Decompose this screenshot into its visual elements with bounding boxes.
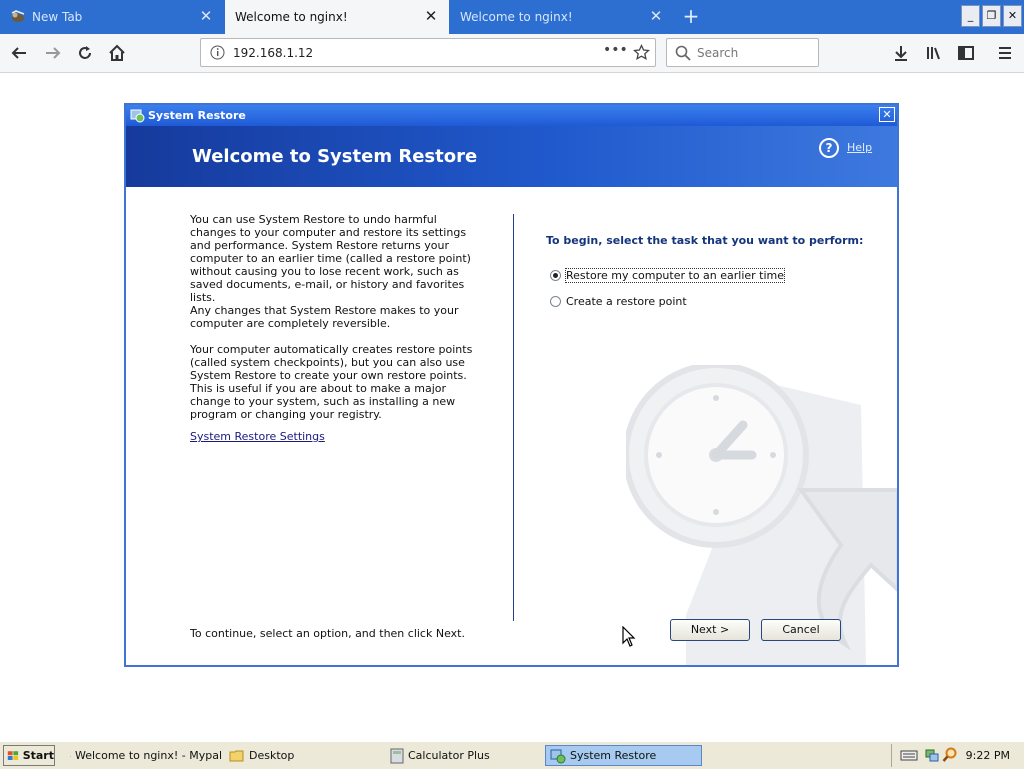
- start-button[interactable]: Start: [3, 745, 55, 766]
- taskbar-item-label: Calculator Plus: [408, 749, 490, 762]
- taskbar-item-system-restore[interactable]: System Restore: [545, 745, 702, 766]
- reload-icon[interactable]: [74, 42, 96, 64]
- url-text: 192.168.1.12: [233, 46, 313, 60]
- option-restore-earlier-time[interactable]: Restore my computer to an earlier time: [550, 269, 784, 282]
- search-input[interactable]: Search: [666, 38, 819, 67]
- window-controls: _ ❐ ✕: [961, 5, 1022, 27]
- taskbar-item-mypal[interactable]: Welcome to nginx! - Mypal: [66, 745, 222, 766]
- dialog-title-bar[interactable]: System Restore ✕: [126, 105, 897, 126]
- folder-icon: [229, 749, 245, 763]
- dialog-banner: Welcome to System Restore ? Help: [126, 126, 897, 187]
- mouse-cursor-icon: [622, 626, 636, 648]
- keyboard-icon[interactable]: [900, 747, 918, 763]
- sidebar-toggle-icon[interactable]: [955, 42, 977, 64]
- search-placeholder: Search: [697, 46, 738, 60]
- mypal-icon: [10, 9, 26, 25]
- system-restore-icon: [550, 748, 566, 764]
- navigation-toolbar: 192.168.1.12 ••• Search: [0, 34, 1024, 73]
- search-magnifier-icon[interactable]: [942, 747, 958, 763]
- windows-logo-icon: [7, 749, 20, 763]
- tab-label: New Tab: [32, 10, 82, 24]
- library-icon[interactable]: [923, 42, 945, 64]
- task-heading: To begin, select the task that you want …: [546, 234, 863, 247]
- tab-welcome-nginx[interactable]: Welcome to nginx! ✕: [450, 0, 674, 34]
- search-icon: [675, 45, 691, 61]
- radio-create-restore-point[interactable]: [550, 296, 561, 307]
- forward-arrow-icon[interactable]: [42, 42, 64, 64]
- system-tray: 9:22 PM: [891, 744, 1024, 767]
- system-restore-icon: [130, 108, 145, 123]
- taskbar-item-calculator-plus[interactable]: Calculator Plus: [386, 745, 542, 766]
- banner-title: Welcome to System Restore: [192, 146, 477, 167]
- continue-instructions: To continue, select an option, and then …: [190, 627, 465, 640]
- tab-new-tab[interactable]: New Tab ✕: [0, 0, 224, 34]
- close-tab-icon[interactable]: ✕: [198, 8, 214, 24]
- tab-welcome-nginx-active[interactable]: Welcome to nginx! ✕: [225, 0, 449, 34]
- start-label: Start: [23, 749, 54, 762]
- url-bar[interactable]: 192.168.1.12 •••: [200, 38, 656, 67]
- taskbar-clock: 9:22 PM: [966, 749, 1010, 762]
- option-label[interactable]: Restore my computer to an earlier time: [566, 269, 784, 282]
- close-tab-icon[interactable]: ✕: [648, 8, 664, 24]
- restore-button[interactable]: ❐: [982, 5, 1001, 27]
- info-icon[interactable]: [210, 45, 225, 60]
- network-icon[interactable]: [924, 747, 940, 763]
- next-button[interactable]: Next >: [670, 619, 750, 641]
- hamburger-menu-icon[interactable]: [994, 42, 1016, 64]
- taskbar-item-label: System Restore: [570, 749, 656, 762]
- close-window-button[interactable]: ✕: [1003, 5, 1022, 27]
- radio-restore-earlier-time[interactable]: [550, 270, 561, 281]
- taskbar: Start Welcome to nginx! - Mypal Desktop …: [0, 741, 1024, 769]
- option-create-restore-point[interactable]: Create a restore point: [550, 295, 687, 308]
- option-label[interactable]: Create a restore point: [566, 295, 687, 308]
- tab-strip: New Tab ✕ Welcome to nginx! ✕ Welcome to…: [0, 0, 1024, 34]
- minimize-button[interactable]: _: [961, 5, 980, 27]
- help-link[interactable]: Help: [847, 141, 872, 154]
- dialog-title: System Restore: [148, 109, 246, 122]
- close-tab-icon[interactable]: ✕: [423, 8, 439, 24]
- intro-paragraph-2: Any changes that System Restore makes to…: [190, 304, 480, 330]
- taskbar-item-label: Welcome to nginx! - Mypal: [75, 749, 222, 762]
- dialog-close-button[interactable]: ✕: [879, 107, 895, 122]
- intro-paragraph-1: You can use System Restore to undo harmf…: [190, 213, 480, 304]
- help-icon[interactable]: ?: [819, 138, 839, 158]
- download-icon[interactable]: [890, 42, 912, 64]
- mypal-icon: [70, 748, 71, 764]
- taskbar-item-label: Desktop: [249, 749, 294, 762]
- tab-label: Welcome to nginx!: [235, 10, 348, 24]
- intro-paragraph-3: Your computer automatically creates rest…: [190, 343, 480, 421]
- vertical-divider: [513, 214, 514, 621]
- page-actions-ellipsis-icon[interactable]: •••: [603, 42, 628, 58]
- tab-label: Welcome to nginx!: [460, 10, 573, 24]
- new-tab-plus-icon[interactable]: +: [680, 5, 702, 27]
- bookmark-star-icon[interactable]: [633, 44, 650, 61]
- calculator-icon: [390, 748, 404, 764]
- cancel-button[interactable]: Cancel: [761, 619, 841, 641]
- system-restore-dialog: System Restore ✕ Welcome to System Resto…: [124, 103, 899, 667]
- home-icon[interactable]: [106, 42, 128, 64]
- back-arrow-icon[interactable]: [8, 42, 30, 64]
- system-restore-settings-link[interactable]: System Restore Settings: [190, 430, 325, 443]
- taskbar-item-desktop[interactable]: Desktop: [225, 745, 381, 766]
